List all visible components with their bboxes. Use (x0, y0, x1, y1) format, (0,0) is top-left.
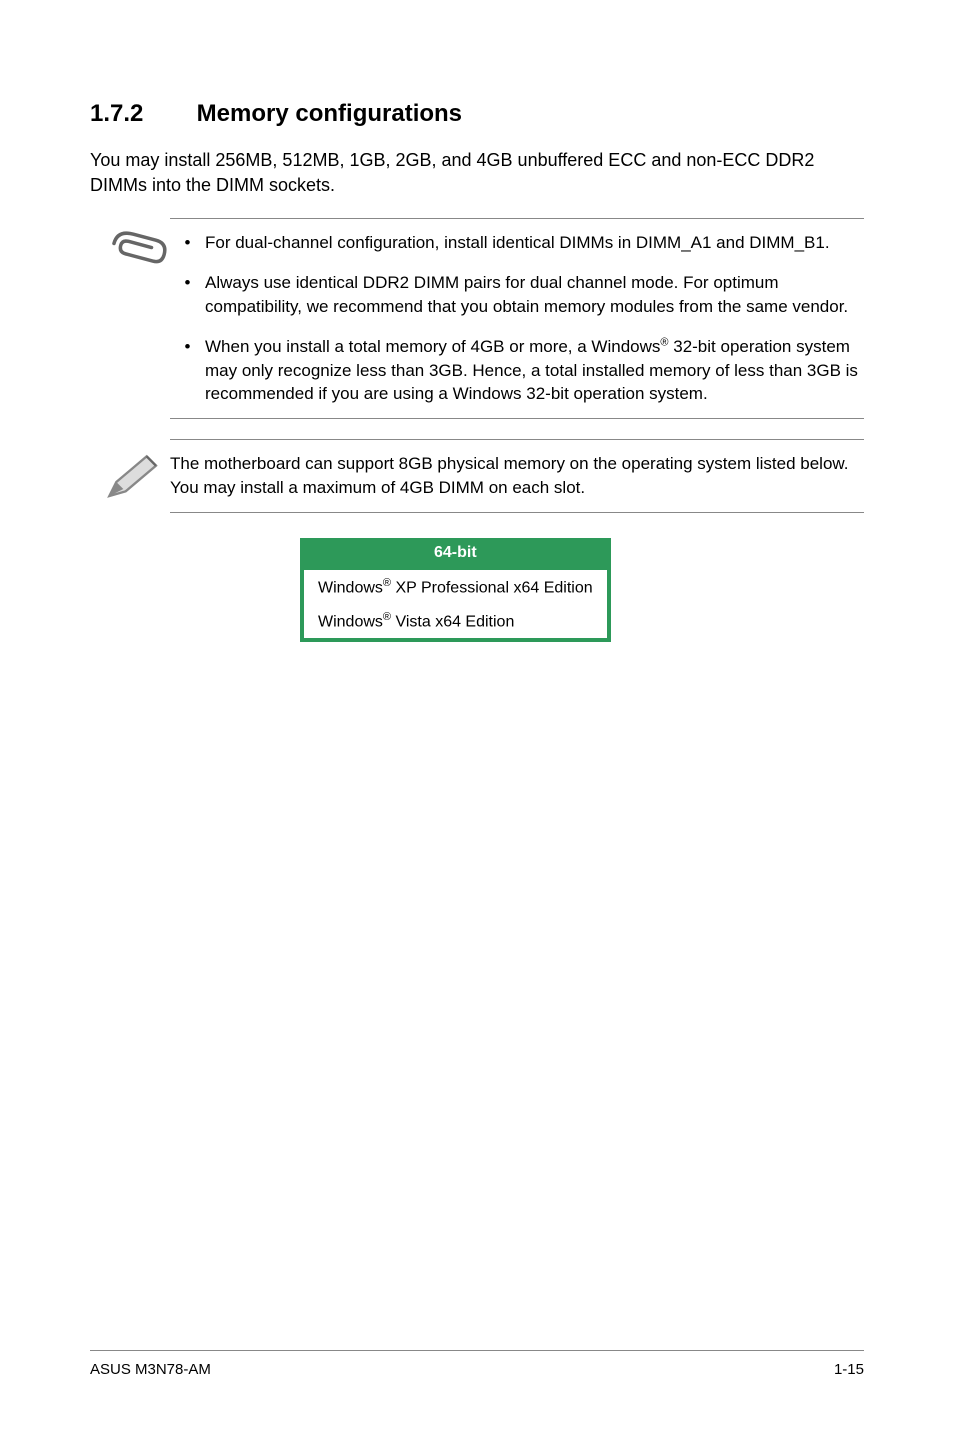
note-block-tips: • For dual-channel configuration, instal… (100, 218, 864, 419)
bullet-text: Always use identical DDR2 DIMM pairs for… (205, 271, 864, 319)
note-block-info: The motherboard can support 8GB physical… (100, 439, 864, 513)
bullet-item: • When you install a total memory of 4GB… (170, 335, 864, 406)
os-table: 64-bit Windows® XP Professional x64 Edit… (300, 538, 611, 643)
bullet-marker: • (170, 335, 205, 406)
footer-right: 1-15 (834, 1361, 864, 1378)
table-row: Windows® Vista x64 Edition (302, 604, 609, 640)
note-content: • For dual-channel configuration, instal… (170, 218, 864, 419)
table-cell: Windows® XP Professional x64 Edition (302, 569, 609, 604)
bullet-marker: • (170, 231, 205, 255)
bullet-text: When you install a total memory of 4GB o… (205, 335, 864, 406)
table-header: 64-bit (302, 538, 609, 569)
page-footer: ASUS M3N78-AM 1-15 (90, 1350, 864, 1378)
os-table-container: 64-bit Windows® XP Professional x64 Edit… (300, 538, 864, 643)
paperclip-icon (100, 218, 170, 419)
section-title: Memory configurations (197, 100, 462, 127)
pencil-icon (100, 439, 170, 513)
table-cell: Windows® Vista x64 Edition (302, 604, 609, 640)
bullet-item: • Always use identical DDR2 DIMM pairs f… (170, 271, 864, 319)
bullet-marker: • (170, 271, 205, 319)
intro-paragraph: You may install 256MB, 512MB, 1GB, 2GB, … (90, 148, 864, 198)
table-row: Windows® XP Professional x64 Edition (302, 569, 609, 604)
footer-left: ASUS M3N78-AM (90, 1361, 211, 1378)
bullet-item: • For dual-channel configuration, instal… (170, 231, 864, 255)
section-number: 1.7.2 (90, 100, 190, 128)
section-heading: 1.7.2 Memory configurations (90, 100, 864, 128)
note-text: The motherboard can support 8GB physical… (170, 452, 864, 500)
bullet-text: For dual-channel configuration, install … (205, 231, 864, 255)
note-content: The motherboard can support 8GB physical… (170, 439, 864, 513)
